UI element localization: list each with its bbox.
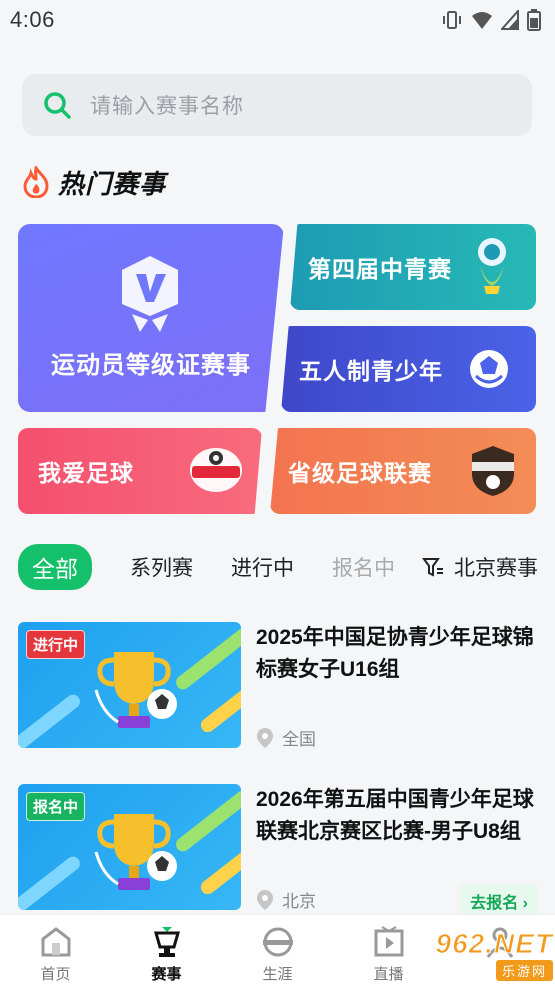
event-thumbnail: 报名中 [18, 784, 241, 910]
status-time: 4:06 [10, 7, 55, 32]
hot-card-label: 五人制青少年 [299, 358, 443, 384]
search-placeholder: 请输入赛事名称 [90, 95, 244, 118]
filter-tabs: 全部 系列赛 进行中 报名中 北京赛事 [18, 544, 538, 590]
trophy-nav-icon [153, 927, 180, 957]
tab-series[interactable]: 系列赛 [130, 552, 193, 582]
watermark-brand: 962.NET [435, 928, 553, 960]
event-thumbnail: 进行中 [18, 622, 241, 748]
event-location: 全国 [256, 725, 316, 750]
event-title: 2025年中国足协青少年足球锦标赛女子U16组 [256, 626, 534, 681]
hot-card-youth-games[interactable]: 第四届中青赛 [290, 224, 536, 310]
hot-card-provincial-league[interactable]: 省级足球联赛 [270, 428, 536, 514]
event-list-item[interactable]: 报名中 2026年第五届中国青少年足球联赛北京赛区比赛-男子U8组 北京 去报名… [18, 784, 538, 918]
location-pin-icon [257, 889, 273, 910]
hot-card-label: 省级足球联赛 [288, 460, 432, 486]
event-location: 北京 [256, 887, 316, 912]
battery-icon [527, 9, 541, 31]
mascot-logo-icon [478, 238, 506, 294]
live-icon [374, 926, 403, 957]
nav-label: 直播 [373, 966, 404, 983]
status-badge: 进行中 [26, 630, 86, 659]
search-bar[interactable]: 请输入赛事名称 [22, 74, 532, 136]
home-icon [41, 927, 70, 957]
hot-card-futsal-youth[interactable]: 五人制青少年 [281, 326, 536, 412]
location-pin-icon [257, 727, 273, 748]
vibrate-icon [443, 11, 461, 29]
status-icons [441, 9, 541, 31]
status-bar: 4:06 [0, 0, 555, 40]
trophy-icon [94, 652, 177, 728]
tab-ongoing[interactable]: 进行中 [231, 552, 294, 582]
watermark-sub: 乐游网 [495, 960, 553, 981]
status-badge: 报名中 [26, 792, 86, 821]
futsal-ball-icon [470, 350, 508, 388]
filter-icon [422, 558, 443, 577]
search-icon [44, 92, 71, 119]
hot-card-athlete-grade[interactable]: 运动员等级证赛事 [18, 224, 284, 412]
region-filter-label: 北京赛事 [454, 557, 538, 580]
nav-label: 赛事 [151, 966, 182, 983]
app-screen: 4:06 请输入赛事名称 热门赛事 运动员等级证赛事 第四届中青赛 五人制青少年… [0, 0, 555, 988]
event-list-item[interactable]: 进行中 2025年中国足协青少年足球锦标赛女子U16组 全国 [18, 622, 538, 750]
hot-card-label: 我爱足球 [38, 460, 134, 486]
provincial-league-logo [472, 446, 514, 496]
signal-icon [501, 10, 519, 30]
nav-label: 首页 [40, 966, 71, 983]
trophy-icon [94, 814, 177, 890]
signup-button[interactable]: 去报名 › [460, 884, 538, 918]
region-filter[interactable]: 北京赛事 [418, 546, 538, 588]
nav-item-home[interactable]: 首页 [0, 915, 111, 988]
hot-section-title: 热门赛事 [58, 168, 167, 199]
wifi-icon [472, 12, 492, 29]
hot-card-label: 第四届中青赛 [308, 256, 452, 282]
nav-label: 生涯 [262, 966, 293, 983]
chevron-right-icon: › [522, 895, 528, 912]
career-icon [262, 927, 293, 957]
hot-card-i-love-football[interactable]: 我爱足球 [18, 428, 262, 514]
signup-label: 去报名 [470, 895, 519, 912]
hot-card-label: 运动员等级证赛事 [51, 352, 251, 379]
event-title: 2026年第五届中国青少年足球联赛北京赛区比赛-男子U8组 [256, 788, 534, 843]
nav-item-career[interactable]: 生涯 [222, 915, 333, 988]
flame-icon [23, 166, 49, 198]
nav-item-events[interactable]: 赛事 [111, 915, 222, 988]
tab-all[interactable]: 全部 [18, 544, 92, 590]
hot-section-header: 热门赛事 [22, 164, 166, 200]
tab-registering[interactable]: 报名中 [332, 552, 395, 582]
i-love-football-logo [190, 448, 242, 492]
event-location-text: 全国 [282, 730, 316, 749]
shield-v-icon [122, 256, 178, 332]
site-watermark: 962.NET 乐游网 [418, 928, 553, 986]
event-location-text: 北京 [282, 892, 316, 911]
